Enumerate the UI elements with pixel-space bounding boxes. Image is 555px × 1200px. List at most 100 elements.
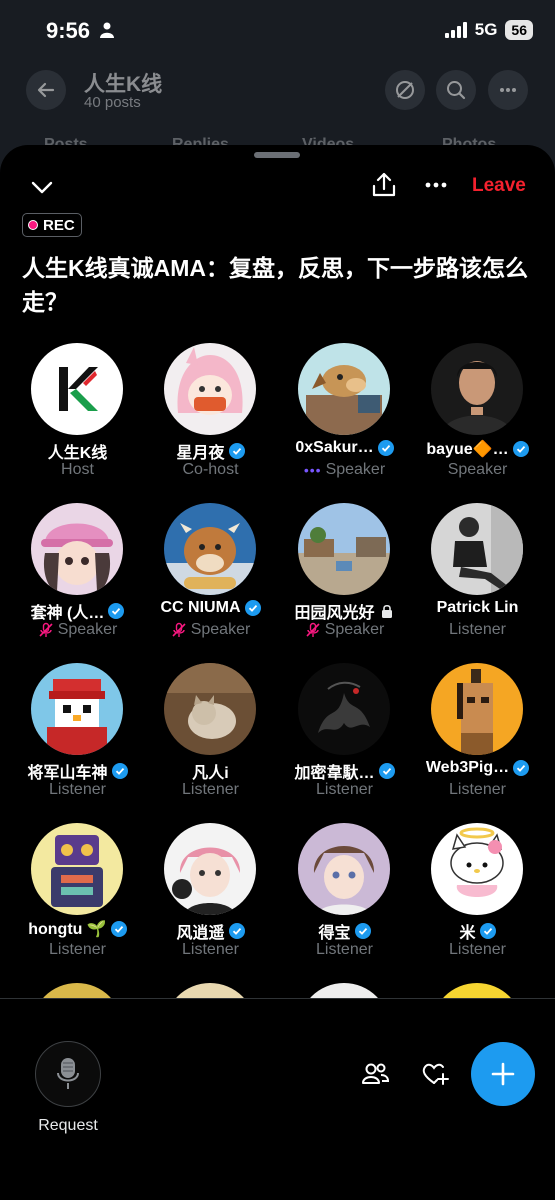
participant-role: Listener [316, 781, 373, 798]
participant-name: CC NIUMA [160, 599, 241, 616]
avatar [164, 823, 256, 915]
participant[interactable]: 人生K线 Host [11, 343, 144, 493]
participant-role: Speaker [190, 621, 251, 638]
participant[interactable]: Web3Pig… Listener [411, 663, 544, 813]
courtyard-photo-image [298, 503, 390, 595]
avatar [164, 663, 256, 755]
space-sheet: Leave REC 人生K线真诚AMA：复盘，反思，下一步路该怎么走？ 人生K线… [0, 145, 555, 1200]
more-button[interactable] [488, 70, 528, 110]
leave-button[interactable]: Leave [472, 175, 526, 197]
participant[interactable]: bayue🔶… Speaker [411, 343, 544, 493]
participant-role: Listener [49, 781, 106, 798]
man-portrait-image [431, 343, 523, 435]
request-mic-button[interactable] [35, 1041, 101, 1107]
request-label: Request [38, 1117, 98, 1134]
participant-role: Listener [49, 941, 106, 958]
avatar [431, 503, 523, 595]
signal-icon [444, 22, 467, 38]
participant[interactable]: 加密韋馱… Listener [278, 663, 411, 813]
microphone-icon [57, 1058, 79, 1089]
chevron-down-icon[interactable] [28, 173, 56, 201]
avatar [31, 503, 123, 595]
verified-badge-icon [228, 443, 245, 459]
plush-cow-image [164, 503, 256, 595]
participant-name: 得宝 [318, 925, 351, 942]
participant-role: Listener [182, 941, 239, 958]
participant-name: bayue🔶… [426, 441, 509, 458]
sheet-grabber[interactable] [254, 152, 300, 158]
search-icon [447, 81, 466, 100]
avatar [431, 663, 523, 755]
space-title: 人生K线真诚AMA：复盘，反思，下一步路该怎么走？ [22, 255, 528, 315]
compose-button[interactable] [471, 1042, 535, 1106]
participant[interactable]: 风逍遥 Listener [144, 823, 277, 973]
more-horizontal-icon [500, 88, 516, 92]
verified-badge-icon [513, 760, 530, 776]
participant[interactable]: 凡人i Listener [144, 663, 277, 813]
participant[interactable]: 星月夜 Co-host [144, 343, 277, 493]
avatar [31, 823, 123, 915]
spaces-off-button[interactable] [385, 70, 425, 110]
heart-plus-icon[interactable] [420, 1059, 450, 1089]
participant[interactable]: 得宝 Listener [278, 823, 411, 973]
participant-name: hongtu 🌱 [28, 921, 107, 938]
participant[interactable]: 米 Listener [411, 823, 544, 973]
verified-badge-icon [108, 603, 125, 619]
more-horizontal-icon[interactable] [422, 171, 450, 199]
participant[interactable]: 套神 (人… Speaker [11, 503, 144, 653]
avatar [298, 663, 390, 755]
rec-label: REC [43, 216, 75, 234]
person-sitting-image [431, 503, 523, 595]
participant[interactable]: 将军山车神 Listener [11, 663, 144, 813]
participant-name: 0xSakur… [295, 439, 374, 456]
participant[interactable]: CC NIUMA Speaker [144, 503, 277, 653]
participant[interactable]: hongtu 🌱 Listener [11, 823, 144, 973]
verified-badge-icon [479, 923, 496, 939]
participants-grid: 人生K线 Host 星月夜 Co-host 0xSakur… ••• Speak… [0, 343, 555, 1003]
participant-role: Listener [449, 941, 506, 958]
participant-name: 风逍遥 [176, 925, 225, 942]
verified-badge-icon [111, 763, 128, 779]
participant-role: Speaker [57, 621, 118, 638]
record-dot-icon [28, 220, 38, 230]
participant-name: 凡人i [192, 765, 229, 782]
participant[interactable]: Patrick Lin Listener [411, 503, 544, 653]
profile-post-count: 40 posts [84, 94, 141, 111]
bottom-action-bar: Request [0, 998, 555, 1200]
avatar [298, 503, 390, 595]
participant[interactable]: 0xSakur… ••• Speaker [278, 343, 411, 493]
participant-name: Web3Pig… [425, 759, 510, 776]
verified-badge-icon [228, 923, 245, 939]
participant-name: 加密韋馱… [294, 765, 375, 782]
hello-kitty-angel-image [431, 823, 523, 915]
back-button[interactable] [26, 70, 66, 110]
speaking-indicator-icon: ••• [303, 462, 322, 478]
search-button[interactable] [436, 70, 476, 110]
participant-name: Patrick Lin [436, 599, 519, 616]
participant-role: Speaker [447, 461, 508, 478]
status-bar: 9:56 5G 56 [0, 0, 555, 62]
participant-name: 人生K线 [47, 445, 108, 462]
mic-off-icon [306, 622, 320, 637]
people-icon[interactable] [360, 1059, 390, 1089]
cat-photo-image [164, 663, 256, 755]
verified-badge-icon [244, 600, 261, 616]
verified-badge-icon [378, 763, 395, 779]
avatar [298, 823, 390, 915]
avatar [31, 343, 123, 435]
pixel-punk-image [431, 663, 523, 755]
space-toolbar: Leave [0, 167, 555, 207]
participant-role: Co-host [182, 461, 239, 478]
pixel-penguin-image [31, 663, 123, 755]
avatar [31, 663, 123, 755]
avatar [164, 343, 256, 435]
participant[interactable]: 田园风光好 Speaker [278, 503, 411, 653]
participant-name: 将军山车神 [27, 765, 108, 782]
plus-icon [491, 1062, 515, 1086]
person-icon [100, 22, 114, 38]
participant-role: Listener [449, 781, 506, 798]
participant-role: Speaker [325, 461, 386, 478]
share-icon[interactable] [370, 171, 398, 199]
verified-badge-icon [377, 440, 394, 456]
anime-boy-headphones-image [164, 823, 256, 915]
